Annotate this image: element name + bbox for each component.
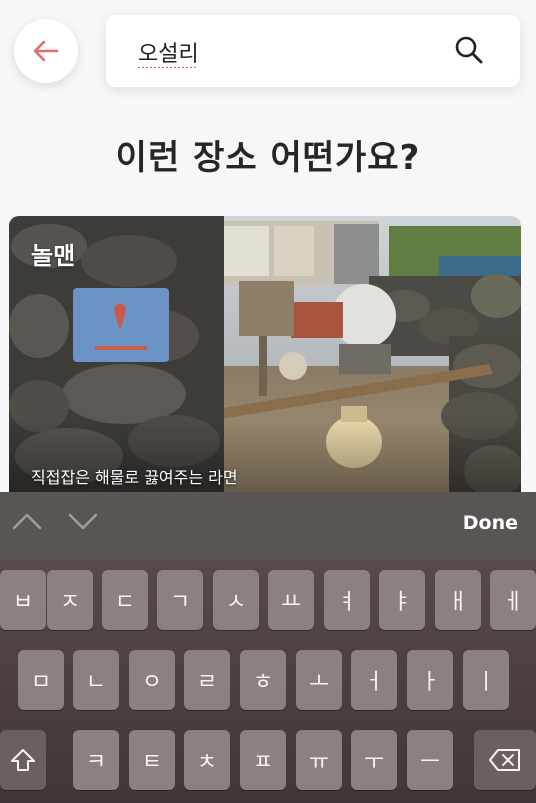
key[interactable]: ㅎ xyxy=(240,650,286,710)
key[interactable]: ㅜ xyxy=(351,730,397,790)
search-button[interactable] xyxy=(454,35,484,65)
key[interactable]: ㅑ xyxy=(379,570,425,630)
key[interactable]: ㅇ xyxy=(129,650,175,710)
backspace-key[interactable] xyxy=(474,730,536,790)
key[interactable]: ㅔ xyxy=(490,570,536,630)
keyboard: ㅂ ㅈ ㄷ ㄱ ㅅ ㅛ ㅕ ㅑ ㅐ ㅔ ㅁ ㄴ ㅇ ㄹ ㅎ ㅗ ㅓ ㅏ ㅣ ㅋ … xyxy=(0,560,536,803)
arrow-left-icon xyxy=(33,40,59,62)
chevron-up-icon[interactable] xyxy=(10,510,44,532)
place-card[interactable]: 놀맨 직접잡은 해물로 끓여주는 라면 xyxy=(9,216,521,506)
key[interactable]: ㄴ xyxy=(73,650,119,710)
place-photo xyxy=(9,216,521,506)
search-icon xyxy=(455,36,483,64)
key[interactable]: ㅋ xyxy=(73,730,119,790)
key[interactable]: ㅓ xyxy=(351,650,397,710)
key[interactable]: ㅛ xyxy=(268,570,314,630)
done-button[interactable]: Done xyxy=(463,512,518,534)
key[interactable]: ㅣ xyxy=(463,650,509,710)
key[interactable]: ㅊ xyxy=(184,730,230,790)
key[interactable]: ㅗ xyxy=(296,650,342,710)
key[interactable]: ㅈ xyxy=(47,570,93,630)
key[interactable]: ㅠ xyxy=(296,730,342,790)
back-button[interactable] xyxy=(14,19,78,83)
search-bar xyxy=(106,15,520,87)
page-title: 이런 장소 어떤가요? xyxy=(115,138,421,178)
key[interactable]: ㅏ xyxy=(407,650,453,710)
key[interactable]: ㅌ xyxy=(129,730,175,790)
key[interactable]: ㅍ xyxy=(240,730,286,790)
keyboard-toolbar: Done xyxy=(0,492,536,560)
key[interactable]: ㄷ xyxy=(102,570,148,630)
chevron-down-icon[interactable] xyxy=(66,510,100,532)
place-description: 직접잡은 해물로 끓여주는 라면 xyxy=(31,468,238,487)
shift-key[interactable] xyxy=(0,730,46,790)
key[interactable]: ㅐ xyxy=(435,570,481,630)
key[interactable]: ㄱ xyxy=(157,570,203,630)
key[interactable]: ㅅ xyxy=(213,570,259,630)
key[interactable]: ㅕ xyxy=(324,570,370,630)
shift-icon xyxy=(11,749,35,771)
place-title: 놀맨 xyxy=(31,242,76,270)
key[interactable]: ㅡ xyxy=(407,730,453,790)
key[interactable]: ㄹ xyxy=(184,650,230,710)
key[interactable]: ㅁ xyxy=(18,650,64,710)
key[interactable]: ㅂ xyxy=(0,570,46,630)
backspace-icon xyxy=(489,749,520,771)
search-input[interactable] xyxy=(136,33,450,71)
